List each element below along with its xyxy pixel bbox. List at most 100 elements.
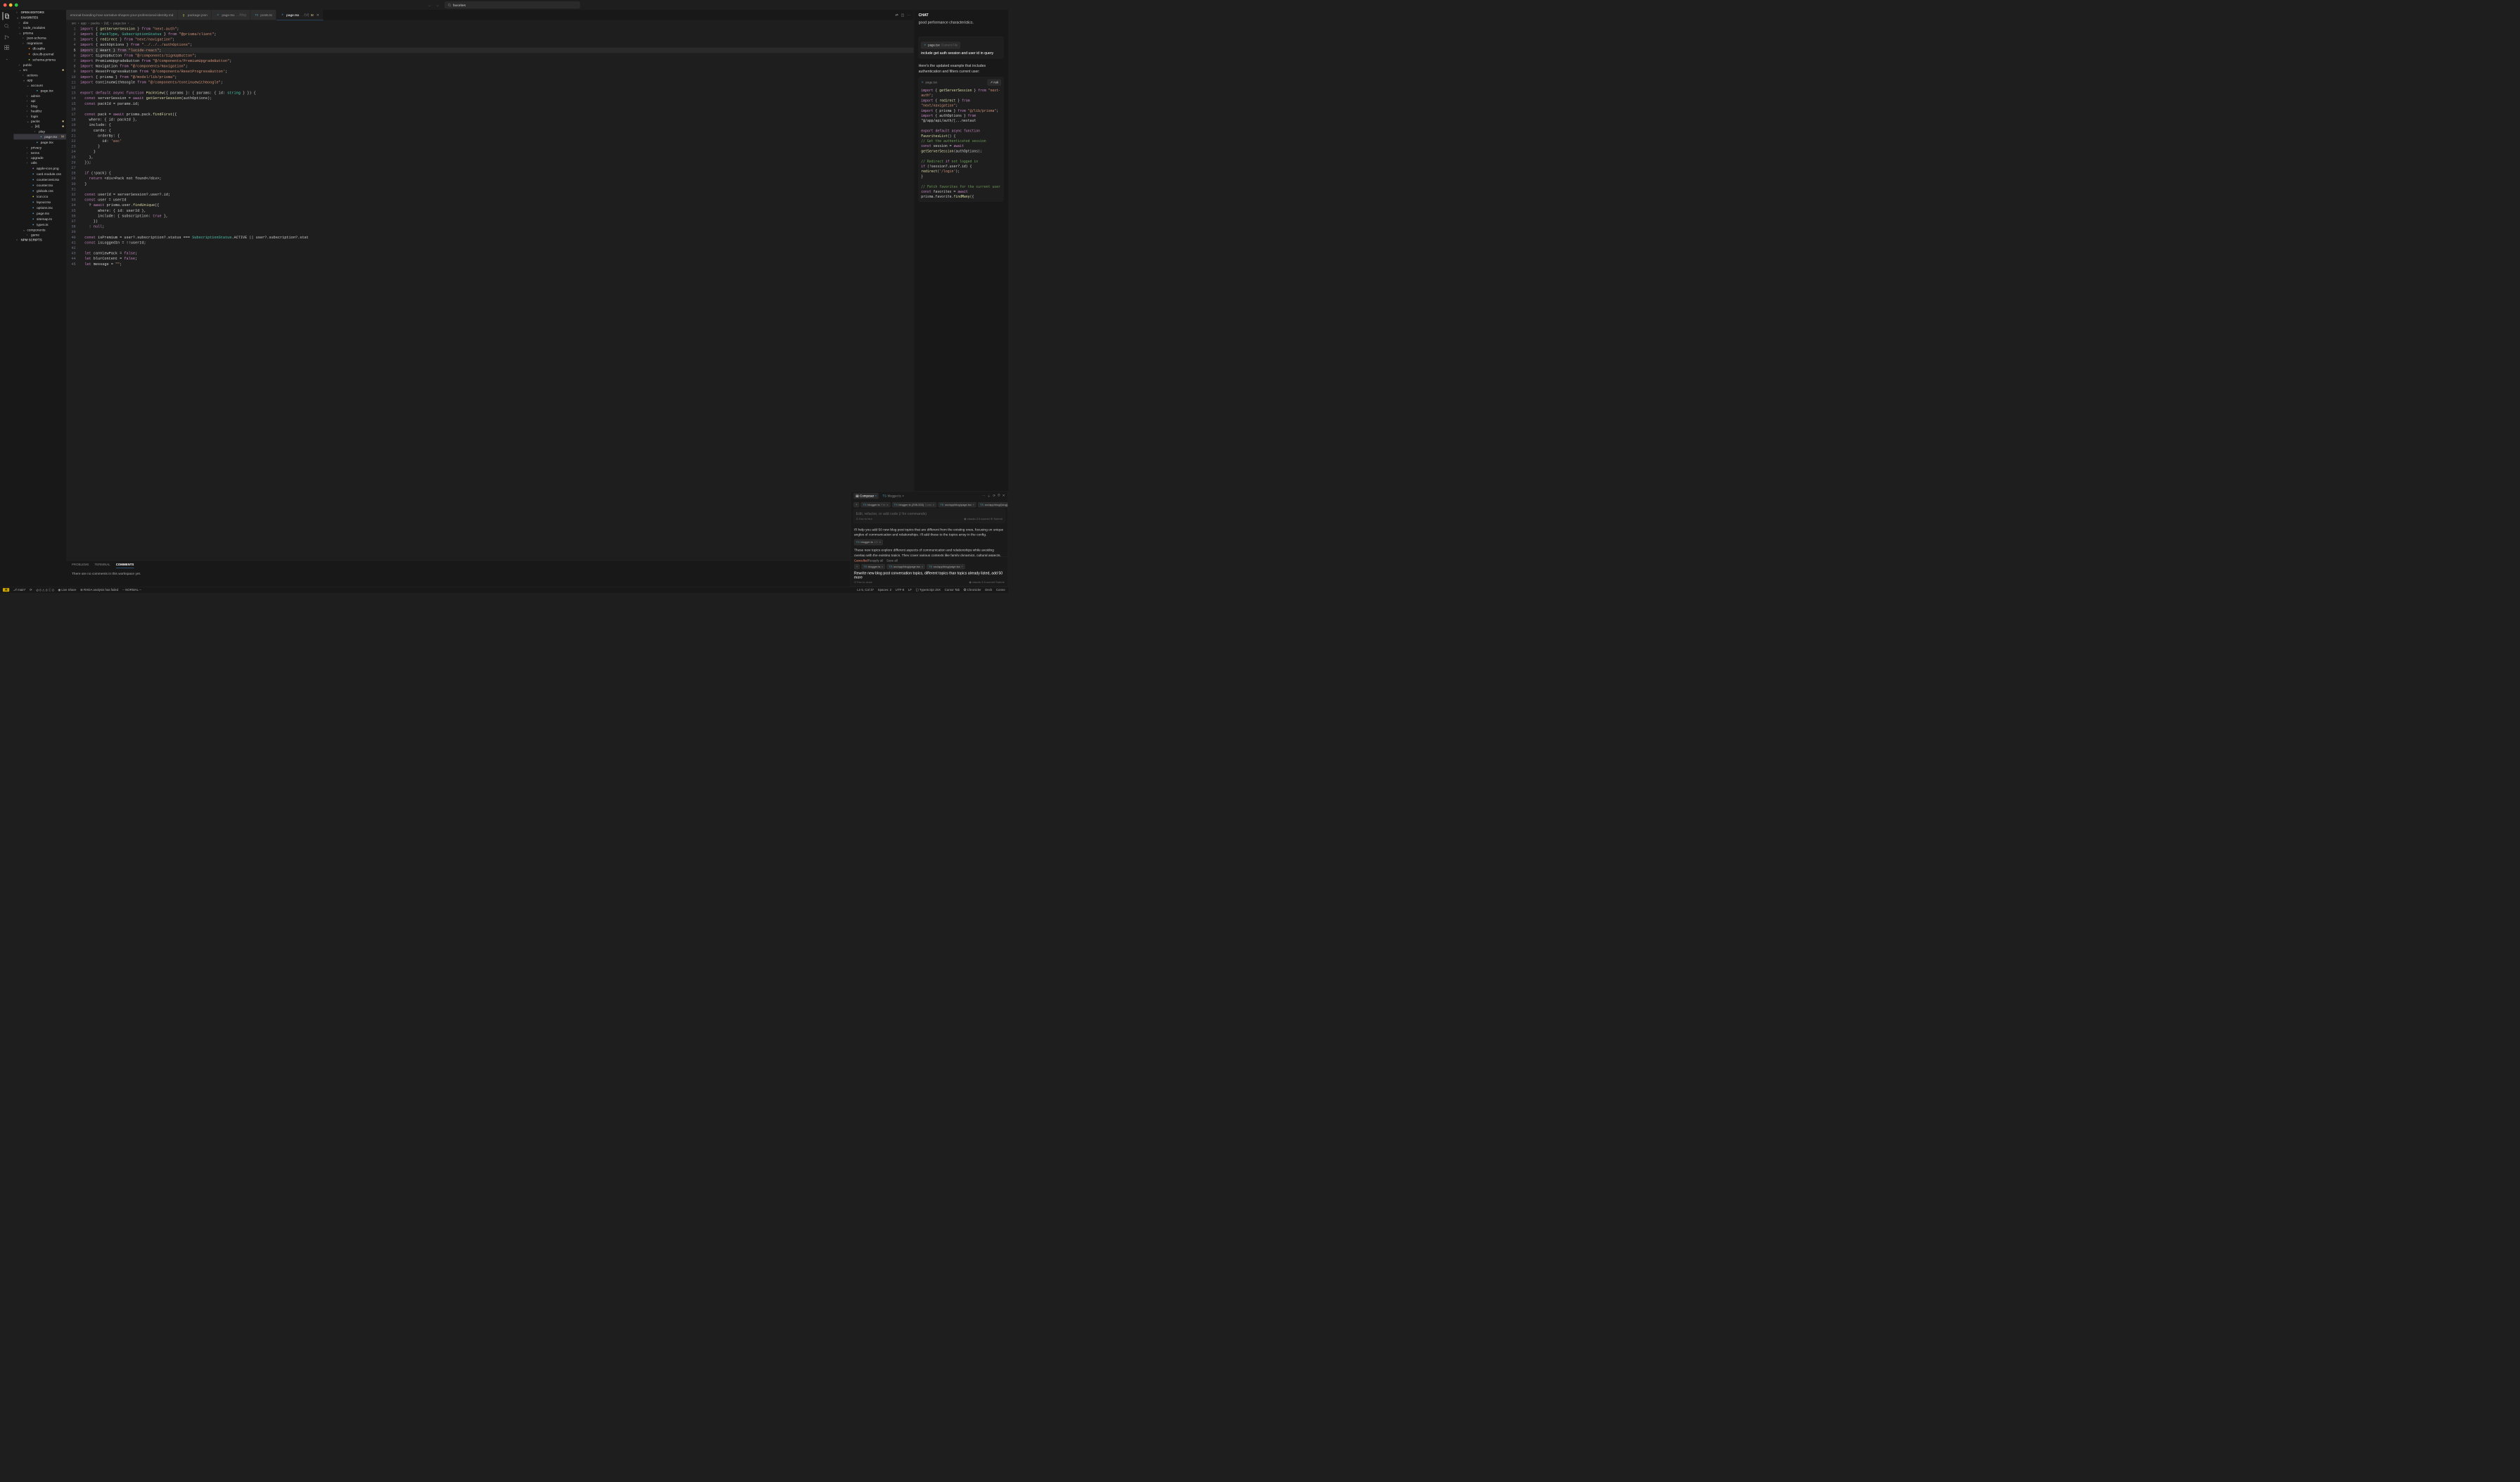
code-line[interactable]: include: { — [80, 122, 914, 128]
status-item[interactable]: ⊗ RHDA analysis has failed — [80, 588, 118, 592]
close-icon[interactable]: × — [933, 503, 934, 506]
breadcrumb[interactable]: src›app›packs›[id]›page.tsx›… — [66, 20, 914, 26]
code-line[interactable]: } — [80, 149, 914, 155]
panel-tab[interactable]: TERMINAL — [94, 562, 110, 568]
folder-item[interactable]: ›api — [13, 98, 66, 103]
code-line[interactable]: const userId = serverSession?.user?.id; — [80, 192, 914, 198]
editor-tab[interactable]: ersonal-branding-how-narrative-shapes-yo… — [66, 10, 177, 20]
nav-back-button[interactable]: ← — [428, 3, 432, 7]
folder-item[interactable]: ⌄[id] — [13, 124, 66, 129]
folder-item[interactable]: ⌄packs — [13, 119, 66, 124]
favorites-section[interactable]: ⌄ FAVORITES — [13, 15, 66, 20]
status-item[interactable]: ⟳ — [30, 588, 32, 592]
folder-item[interactable]: ›public — [13, 63, 66, 68]
folder-item[interactable]: ⌄account — [13, 83, 66, 88]
code-line[interactable]: cards: { — [80, 128, 914, 134]
add-icon[interactable]: + — [973, 503, 974, 506]
code-line[interactable] — [80, 186, 914, 192]
file-item[interactable]: ●page.tsx — [13, 210, 66, 216]
breadcrumb-segment[interactable]: page.tsx — [113, 21, 126, 25]
folder-item[interactable]: ⌄prisma — [13, 30, 66, 35]
file-item[interactable]: ●page.tsxM — [13, 134, 66, 139]
editor-tab[interactable]: ⚛page.tsx…/blog — [212, 10, 250, 20]
code-line[interactable]: import { getServerSession } from "next-a… — [80, 26, 914, 32]
code-line[interactable]: where: { id: packId }, — [80, 117, 914, 122]
more-icon[interactable]: ⋯ — [907, 13, 910, 17]
status-item[interactable]: LF — [908, 588, 912, 592]
folder-item[interactable]: ›upgrade — [13, 155, 66, 160]
add-icon[interactable]: ＋ — [988, 494, 991, 498]
breadcrumb-segment[interactable]: src — [72, 21, 76, 25]
code-line[interactable]: const isPremium = user?.subscription?.st… — [80, 235, 914, 241]
file-item[interactable]: ●page.tsx — [13, 88, 66, 94]
history-icon[interactable]: ⏱ — [998, 494, 1000, 498]
code-line[interactable]: }); — [80, 160, 914, 165]
code-line[interactable]: let canViewPack = false; — [80, 250, 914, 256]
folder-item[interactable]: ›actions — [13, 72, 66, 77]
nav-forward-button[interactable]: → — [435, 3, 439, 7]
source-control-icon[interactable] — [3, 34, 11, 41]
code-line[interactable]: orderBy: { — [80, 133, 914, 139]
file-item[interactable]: ●options.tsx — [13, 205, 66, 210]
code-line[interactable]: const packId = params.id; — [80, 101, 914, 107]
folder-item[interactable]: ⌄src — [13, 68, 66, 72]
context-chip[interactable]: TSsrc/app/blog/[slug]/pa — [978, 502, 1007, 507]
code-line[interactable]: ? await prisma.user.findUnique({ — [80, 203, 914, 208]
folder-item[interactable]: ⌄components — [13, 227, 66, 232]
context-chip[interactable]: TSblogger.ts× — [862, 564, 886, 569]
folder-item[interactable]: ›utils — [13, 160, 66, 165]
folder-item[interactable]: ›dist — [13, 20, 66, 25]
editor-tab[interactable]: ⚛page.tsx…/[id]M✕ — [276, 10, 324, 20]
folder-item[interactable]: ›migrations — [13, 41, 66, 46]
refresh-icon[interactable]: ⟳ — [993, 494, 995, 498]
command-center-search[interactable]: favorites — [445, 1, 580, 8]
file-item[interactable]: ●db.sqlite — [13, 46, 66, 51]
more-icon[interactable]: ⋯ — [982, 494, 985, 498]
status-item[interactable]: Conne — [996, 588, 1005, 592]
code-line[interactable]: } — [80, 181, 914, 187]
code-line[interactable]: const serverSession = await getServerSes… — [80, 96, 914, 101]
folder-item[interactable]: ›privacy — [13, 145, 66, 150]
explorer-icon[interactable] — [3, 12, 11, 20]
file-item[interactable]: ●dev.db-journal — [13, 51, 66, 57]
code-line[interactable]: id: 'asc' — [80, 139, 914, 144]
panel-tab[interactable]: COMMENTS — [116, 562, 134, 568]
code-editor[interactable]: 1234567891011121314151617181920212223242… — [66, 26, 914, 561]
code-line[interactable]: include: { subscription: true }, — [80, 213, 914, 219]
code-line[interactable]: import { Heart } from "lucide-react"; — [80, 48, 914, 53]
folder-item[interactable]: ›blog — [13, 103, 66, 108]
code-line[interactable]: import SignUpButton from "@/components/S… — [80, 53, 914, 58]
file-item[interactable]: ●card.module.css — [13, 171, 66, 177]
code-line[interactable]: import { prisma } from "@/model/lib/pris… — [80, 75, 914, 80]
reapply-all-button[interactable]: Reapply all — [868, 559, 884, 563]
code-line[interactable] — [80, 106, 914, 112]
status-item[interactable]: ⎇ main* — [13, 588, 26, 592]
code-line[interactable]: } — [80, 143, 914, 149]
file-item[interactable]: ●counter.tsx — [13, 182, 66, 188]
folder-item[interactable]: ⌄app — [13, 77, 66, 82]
status-item[interactable]: Ln 5, Col 37 — [857, 588, 874, 592]
status-item[interactable]: ⌘ — [3, 588, 9, 592]
close-icon[interactable]: ✕ — [1003, 494, 1005, 498]
status-item[interactable]: { } TypeScript JSX — [916, 588, 941, 592]
context-chip[interactable]: TSsrc/app/blog/page.tsx× — [887, 564, 925, 569]
breadcrumb-segment[interactable]: [id] — [104, 21, 108, 25]
code-line[interactable]: : null; — [80, 224, 914, 229]
folder-item[interactable]: ›admin — [13, 94, 66, 98]
add-icon[interactable]: + — [961, 565, 962, 568]
close-icon[interactable]: × — [886, 503, 888, 506]
code-line[interactable]: let message = ""; — [80, 262, 914, 267]
file-item[interactable]: ●layout.tsx — [13, 199, 66, 205]
status-item[interactable]: -- NORMAL -- — [122, 588, 141, 592]
code-line[interactable] — [80, 245, 914, 251]
status-item[interactable]: ❂ Chronicler — [964, 588, 981, 592]
composer-tab[interactable]: TSblogger.ts × — [880, 493, 906, 499]
code-line[interactable]: import { redirect } from "next/navigatio… — [80, 37, 914, 42]
compare-icon[interactable]: ⇄ — [896, 13, 898, 17]
code-line[interactable]: import ResetProgressButton from '@/compo… — [80, 69, 914, 75]
status-item[interactable]: ⊘ 0 ⚠ 0 ⓘ 0 — [36, 587, 53, 592]
code-line[interactable]: import { PackType, SubscriptionStatus } … — [80, 32, 914, 37]
close-icon[interactable]: × — [902, 494, 904, 498]
ask-button[interactable]: ↗ Ask — [988, 79, 1001, 86]
file-item[interactable]: ●page.tsx — [13, 139, 66, 145]
